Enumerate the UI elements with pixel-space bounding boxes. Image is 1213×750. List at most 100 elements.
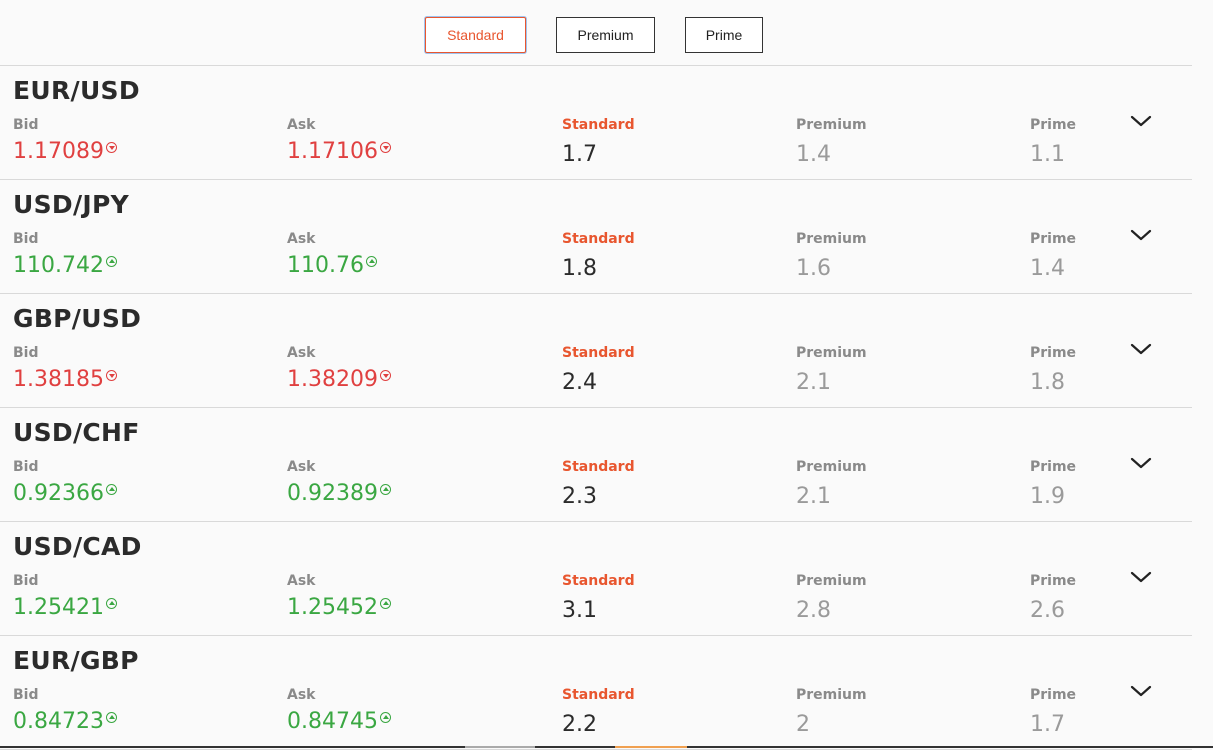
ask-value: 110.76 (287, 253, 377, 278)
arrow-up-circle-icon (379, 712, 391, 723)
pair-name: EUR/USD (13, 76, 140, 105)
pair-name: USD/CHF (13, 418, 140, 447)
ask-value: 0.84745 (287, 709, 391, 734)
prime-label: Prime (1030, 687, 1077, 703)
chevron-down-icon[interactable] (1130, 113, 1152, 129)
prime-label: Prime (1030, 573, 1077, 589)
arrow-down-circle-icon (105, 142, 117, 153)
ask-value: 1.17106 (287, 139, 391, 164)
prime-label: Prime (1030, 231, 1077, 247)
standard-spread: 2.4 (562, 370, 597, 395)
prime-label: Prime (1030, 459, 1077, 475)
standard-spread: 2.3 (562, 484, 597, 509)
pair-row[interactable]: USD/CHF Bid Ask Standard Premium Prime 0… (0, 408, 1192, 522)
tab-standard[interactable]: Standard (425, 17, 526, 53)
bid-label: Bid (13, 231, 39, 247)
arrow-up-circle-icon (379, 484, 391, 495)
bid-value: 1.25421 (13, 595, 117, 620)
premium-spread: 2.1 (796, 370, 831, 395)
bid-price: 1.17089 (13, 139, 104, 164)
premium-label: Premium (796, 459, 867, 475)
pair-row[interactable]: GBP/USD Bid Ask Standard Premium Prime 1… (0, 294, 1192, 408)
ask-price: 1.25452 (287, 595, 378, 620)
bid-label: Bid (13, 459, 39, 475)
premium-label: Premium (796, 345, 867, 361)
prime-spread: 1.8 (1030, 370, 1065, 395)
standard-label: Standard (562, 231, 635, 247)
bid-price: 0.92366 (13, 481, 104, 506)
premium-spread: 1.4 (796, 142, 831, 167)
standard-label: Standard (562, 573, 635, 589)
ask-price: 0.84745 (287, 709, 378, 734)
ask-price: 1.38209 (287, 367, 378, 392)
premium-label: Premium (796, 573, 867, 589)
bid-label: Bid (13, 117, 39, 133)
chevron-down-icon[interactable] (1130, 569, 1152, 585)
arrow-up-circle-icon (379, 598, 391, 609)
arrow-up-circle-icon (105, 484, 117, 495)
bid-price: 110.742 (13, 253, 104, 278)
pair-name: EUR/GBP (13, 646, 139, 675)
chevron-down-icon[interactable] (1130, 227, 1152, 243)
bid-price: 1.25421 (13, 595, 104, 620)
standard-label: Standard (562, 459, 635, 475)
ask-label: Ask (287, 459, 316, 475)
pair-name: USD/JPY (13, 190, 130, 219)
arrow-down-circle-icon (379, 370, 391, 381)
ask-label: Ask (287, 117, 316, 133)
ask-label: Ask (287, 345, 316, 361)
standard-label: Standard (562, 687, 635, 703)
premium-label: Premium (796, 117, 867, 133)
prime-label: Prime (1030, 117, 1077, 133)
prime-spread: 1.9 (1030, 484, 1065, 509)
premium-spread: 2.8 (796, 598, 831, 623)
chevron-down-icon[interactable] (1130, 455, 1152, 471)
chevron-down-icon[interactable] (1130, 683, 1152, 699)
tab-premium[interactable]: Premium (556, 17, 655, 53)
pair-row[interactable]: EUR/USD Bid Ask Standard Premium Prime 1… (0, 66, 1192, 180)
chevron-down-icon[interactable] (1130, 341, 1152, 357)
bid-label: Bid (13, 687, 39, 703)
arrow-up-circle-icon (365, 256, 377, 267)
bid-value: 0.92366 (13, 481, 117, 506)
bid-label: Bid (13, 345, 39, 361)
bid-label: Bid (13, 573, 39, 589)
arrow-down-circle-icon (105, 370, 117, 381)
pair-row[interactable]: EUR/GBP Bid Ask Standard Premium Prime 0… (0, 636, 1192, 750)
standard-label: Standard (562, 117, 635, 133)
ask-label: Ask (287, 573, 316, 589)
prime-label: Prime (1030, 345, 1077, 361)
prime-spread: 1.1 (1030, 142, 1065, 167)
premium-spread: 1.6 (796, 256, 831, 281)
ask-value: 0.92389 (287, 481, 391, 506)
ask-value: 1.25452 (287, 595, 391, 620)
premium-spread: 2 (796, 712, 810, 737)
ask-label: Ask (287, 231, 316, 247)
account-type-tabs: Standard Premium Prime (0, 0, 1213, 65)
ask-price: 0.92389 (287, 481, 378, 506)
bid-value: 1.38185 (13, 367, 117, 392)
standard-spread: 1.7 (562, 142, 597, 167)
tab-prime[interactable]: Prime (685, 17, 763, 53)
pair-row[interactable]: USD/JPY Bid Ask Standard Premium Prime 1… (0, 180, 1192, 294)
bid-price: 1.38185 (13, 367, 104, 392)
prime-spread: 2.6 (1030, 598, 1065, 623)
pair-name: GBP/USD (13, 304, 142, 333)
bid-value: 0.84723 (13, 709, 117, 734)
ask-value: 1.38209 (287, 367, 391, 392)
arrow-up-circle-icon (105, 712, 117, 723)
pair-name: USD/CAD (13, 532, 142, 561)
currency-pair-list: EUR/USD Bid Ask Standard Premium Prime 1… (0, 65, 1192, 750)
premium-spread: 2.1 (796, 484, 831, 509)
bid-price: 0.84723 (13, 709, 104, 734)
standard-spread: 2.2 (562, 712, 597, 737)
bid-value: 110.742 (13, 253, 117, 278)
pair-row[interactable]: USD/CAD Bid Ask Standard Premium Prime 1… (0, 522, 1192, 636)
premium-label: Premium (796, 231, 867, 247)
ask-price: 1.17106 (287, 139, 378, 164)
bid-value: 1.17089 (13, 139, 117, 164)
prime-spread: 1.7 (1030, 712, 1065, 737)
arrow-down-circle-icon (379, 142, 391, 153)
ask-price: 110.76 (287, 253, 364, 278)
standard-label: Standard (562, 345, 635, 361)
